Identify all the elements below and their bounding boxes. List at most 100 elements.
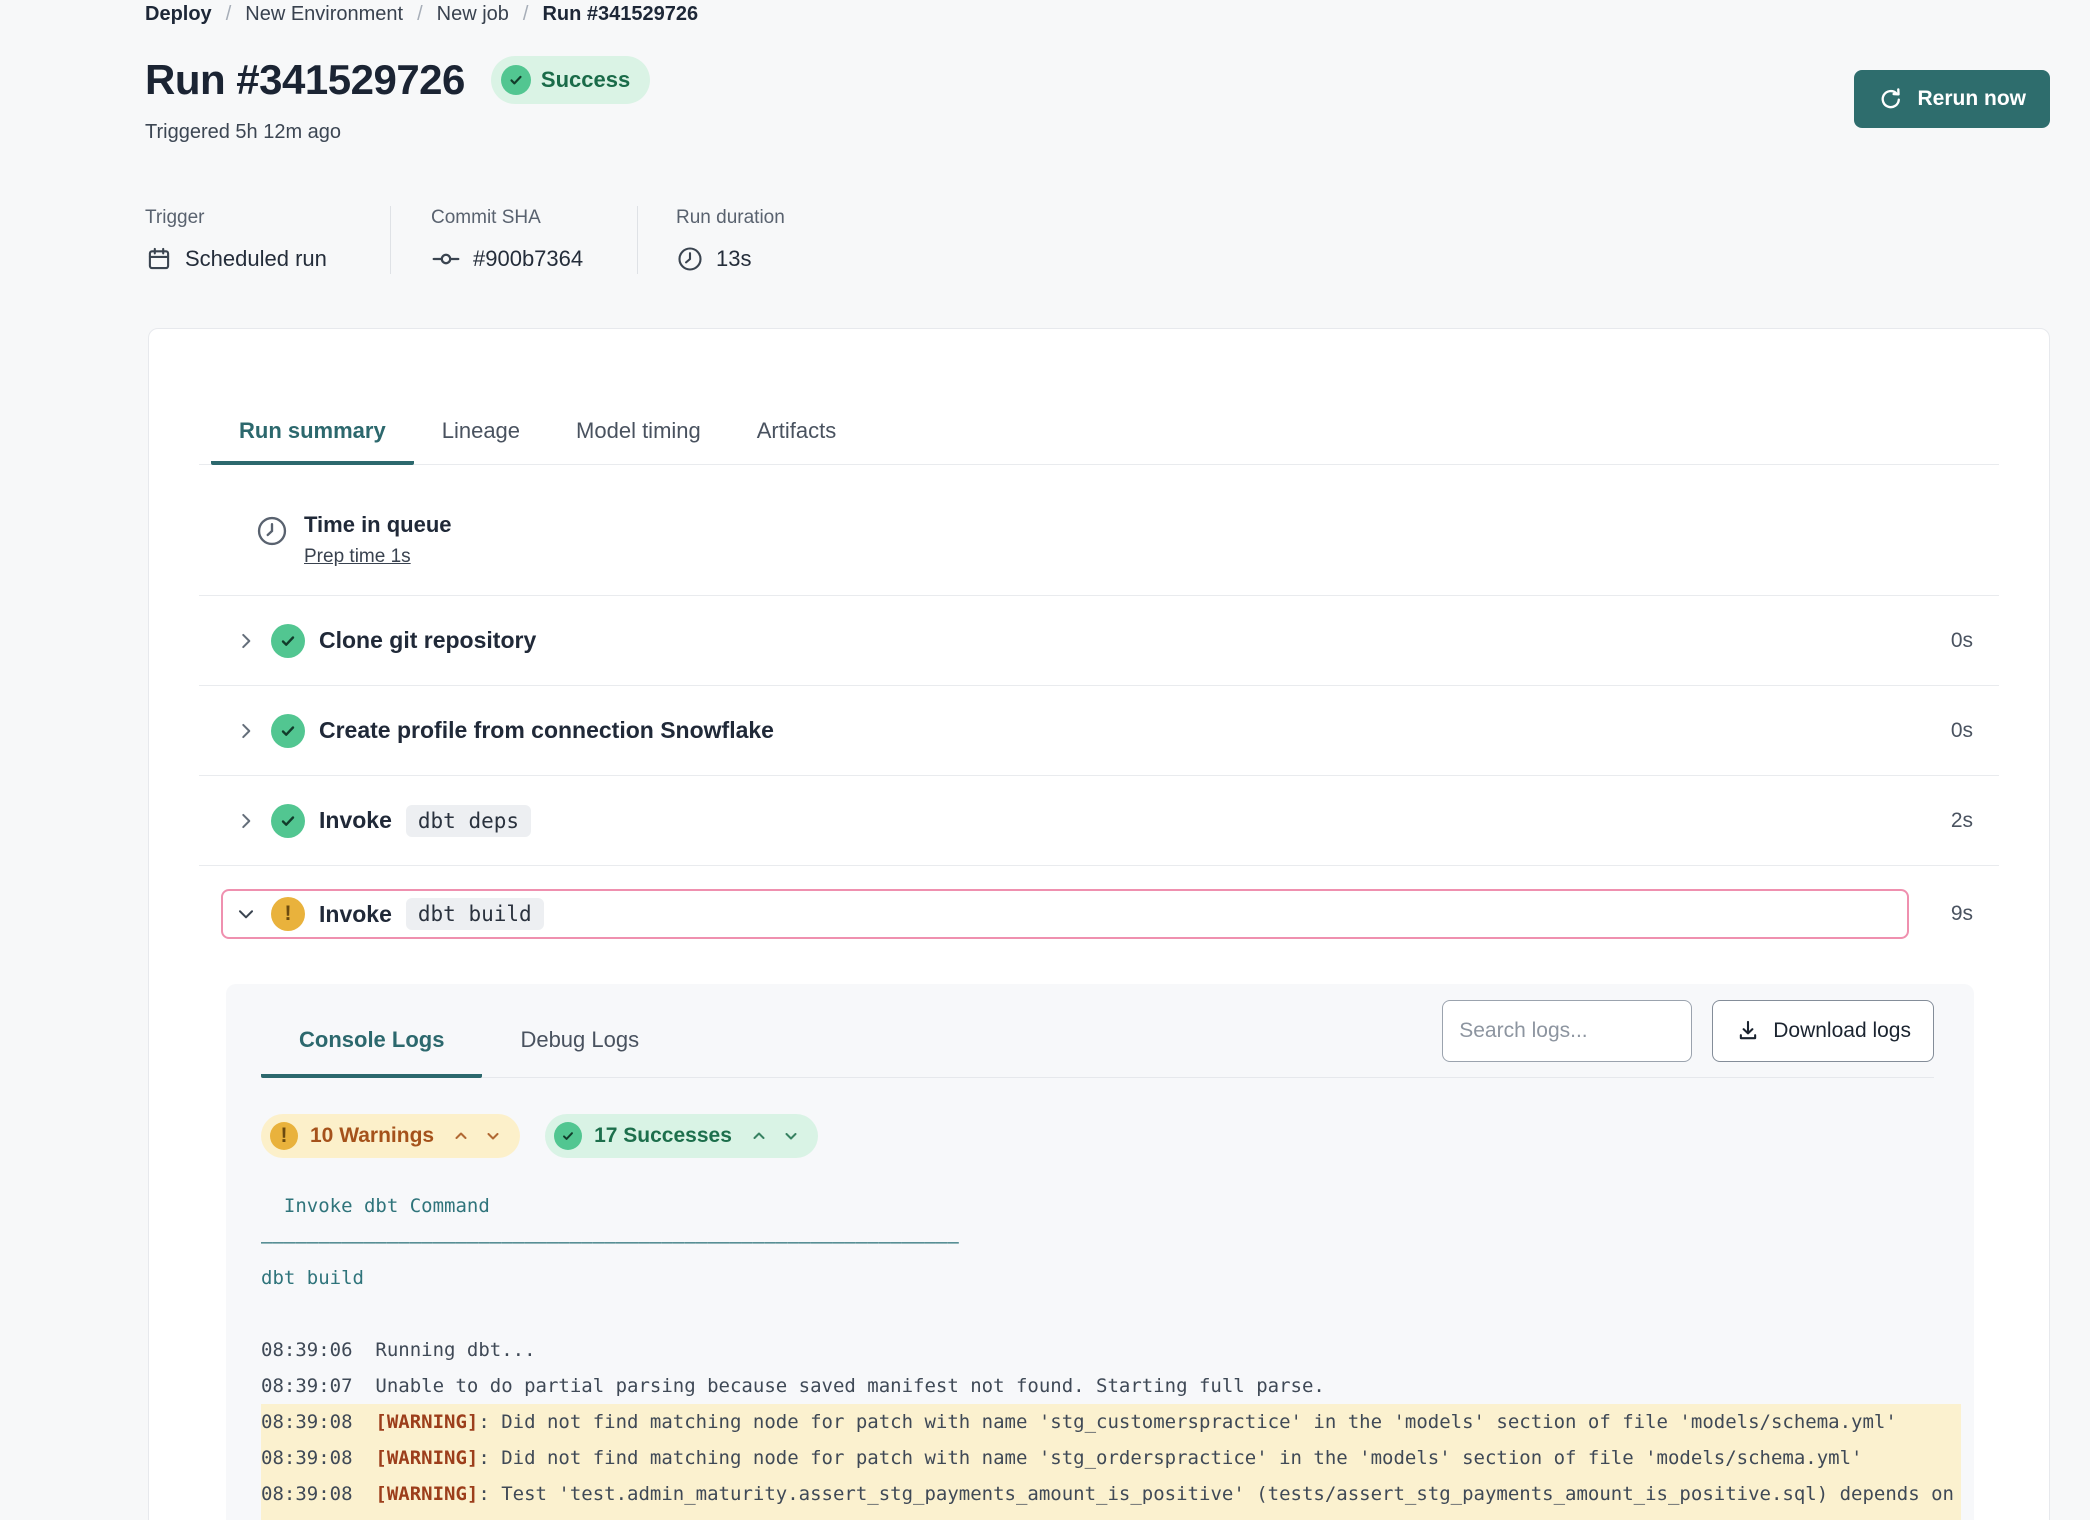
successes-prev-button[interactable]	[750, 1127, 768, 1145]
prep-time-link[interactable]: Prep time 1s	[304, 545, 411, 569]
tab-lineage[interactable]: Lineage	[414, 417, 548, 465]
meta-duration: Run duration 13s	[637, 206, 785, 274]
console-log-output: Invoke dbt Command––––––––––––––––––––––…	[261, 1188, 1961, 1520]
step-row-content: Invoke dbt deps	[221, 796, 1909, 846]
meta-trigger-value: Scheduled run	[185, 244, 327, 274]
tab-console-logs[interactable]: Console Logs	[261, 1026, 482, 1078]
tab-run-summary[interactable]: Run summary	[211, 417, 414, 465]
warning-tag: [WARNING]	[375, 1483, 478, 1505]
chevron-right-icon[interactable]	[235, 810, 257, 832]
command-chip: dbt build	[406, 898, 544, 930]
log-command-line: ––––––––––––––––––––––––––––––––––––––––…	[261, 1224, 1961, 1260]
log-summary-pills: ! 10 Warnings 17 Successes	[261, 1114, 1934, 1158]
console-tabs: Console LogsDebug Logs	[261, 1026, 677, 1077]
successes-pill-label: 17 Successes	[594, 1124, 732, 1148]
search-logs-input[interactable]	[1442, 1000, 1692, 1062]
warnings-next-button[interactable]	[484, 1127, 502, 1145]
log-warning-line: 08:39:08 [WARNING]: Did not find matchin…	[261, 1404, 1961, 1440]
successes-next-button[interactable]	[782, 1127, 800, 1145]
chevron-right-icon[interactable]	[235, 630, 257, 652]
chevron-down-icon[interactable]	[235, 903, 257, 925]
warning-circle-icon: !	[270, 1122, 298, 1150]
calendar-icon	[145, 245, 173, 273]
step-row-invoke-dbt-deps[interactable]: Invoke dbt deps 2s	[199, 776, 1999, 866]
log-warning-line: 08:39:08 [WARNING]: Test 'test.admin_mat…	[261, 1476, 1961, 1520]
status-badge-label: Success	[541, 67, 630, 93]
refresh-icon	[1878, 86, 1904, 112]
run-summary-card: Run summaryLineageModel timingArtifacts …	[148, 328, 2050, 1520]
step-duration: 0s	[1921, 719, 1973, 743]
step-row-create-profile-from-connection-snowflake[interactable]: Create profile from connection Snowflake…	[199, 686, 1999, 776]
log-info-line: 08:39:07 Unable to do partial parsing be…	[261, 1368, 1961, 1404]
meta-commit-value: #900b7364	[473, 244, 583, 274]
step-row-content: ! Invoke dbt build	[221, 889, 1909, 939]
download-icon	[1735, 1018, 1761, 1044]
triggered-text: Triggered 5h 12m ago	[145, 120, 2050, 144]
step-row-invoke-dbt-build[interactable]: ! Invoke dbt build 9s	[199, 866, 1999, 962]
command-chip: dbt deps	[406, 805, 531, 837]
breadcrumb-separator: /	[523, 2, 529, 26]
meta-duration-label: Run duration	[676, 206, 785, 230]
warning-tag: [WARNING]	[375, 1411, 478, 1433]
step-row-content: Clone git repository	[221, 616, 1909, 666]
commit-icon	[431, 244, 461, 274]
successes-pill[interactable]: 17 Successes	[545, 1114, 818, 1158]
meta-commit-label: Commit SHA	[431, 206, 597, 230]
log-warning-line: 08:39:08 [WARNING]: Did not find matchin…	[261, 1440, 1961, 1476]
check-circle-icon	[501, 65, 531, 95]
log-info-line: 08:39:06 Running dbt...	[261, 1332, 1961, 1368]
title-row: Run #341529726 Success Rerun now	[145, 50, 2050, 110]
console-panel: Console LogsDebug Logs Download logs ! 1…	[226, 984, 1974, 1520]
warnings-pill[interactable]: ! 10 Warnings	[261, 1114, 520, 1158]
page-title: Run #341529726	[145, 52, 465, 108]
warnings-prev-button[interactable]	[452, 1127, 470, 1145]
breadcrumb-item-run-341529726: Run #341529726	[542, 2, 698, 26]
log-command-line: dbt build	[261, 1260, 1961, 1296]
console-controls: Download logs	[1442, 1000, 1934, 1062]
log-command-line: Invoke dbt Command	[261, 1188, 1961, 1224]
status-badge: Success	[491, 56, 650, 104]
meta-commit: Commit SHA #900b7364	[390, 206, 637, 274]
tab-artifacts[interactable]: Artifacts	[729, 417, 864, 465]
run-meta: Trigger Scheduled run Commit SHA #900b73…	[145, 206, 2050, 274]
step-label: Invoke	[319, 807, 392, 834]
breadcrumb-item-deploy[interactable]: Deploy	[145, 2, 212, 26]
meta-duration-value: 13s	[716, 244, 751, 274]
check-circle-icon	[271, 624, 305, 658]
step-row-clone-git-repository[interactable]: Clone git repository 0s	[199, 596, 1999, 686]
rerun-now-button[interactable]: Rerun now	[1854, 70, 2051, 128]
step-label: Clone git repository	[319, 627, 536, 654]
step-label: Create profile from connection Snowflake	[319, 717, 774, 744]
check-circle-icon	[271, 804, 305, 838]
check-circle-icon	[554, 1122, 582, 1150]
step-duration: 2s	[1921, 809, 1973, 833]
check-circle-icon	[271, 714, 305, 748]
run-tabs: Run summaryLineageModel timingArtifacts	[199, 417, 1999, 465]
step-list: Clone git repository0sCreate profile fro…	[199, 596, 1999, 962]
chevron-right-icon[interactable]	[235, 720, 257, 742]
warnings-pill-label: 10 Warnings	[310, 1124, 434, 1148]
meta-trigger: Trigger Scheduled run	[145, 206, 390, 274]
breadcrumb-separator: /	[226, 2, 232, 26]
rerun-now-label: Rerun now	[1918, 87, 2027, 111]
run-detail-page: Deploy / New Environment / New job / Run #3415…	[0, 0, 2090, 1520]
tab-model-timing[interactable]: Model timing	[548, 417, 729, 465]
warning-circle-icon: !	[271, 897, 305, 931]
download-logs-button[interactable]: Download logs	[1712, 1000, 1934, 1062]
step-duration: 9s	[1921, 902, 1973, 926]
step-row-content: Create profile from connection Snowflake	[221, 706, 1909, 756]
breadcrumb-item-new-job[interactable]: New job	[437, 2, 509, 26]
step-duration: 0s	[1921, 629, 1973, 653]
breadcrumb-separator: /	[417, 2, 423, 26]
tab-debug-logs[interactable]: Debug Logs	[482, 1026, 677, 1078]
breadcrumb-item-new-environment[interactable]: New Environment	[245, 2, 403, 26]
page-header: Deploy / New Environment / New job / Run #3415…	[0, 0, 2090, 274]
time-in-queue-title: Time in queue	[304, 511, 452, 539]
console-header: Console LogsDebug Logs Download logs	[261, 1000, 1934, 1078]
clock-icon	[676, 245, 704, 273]
warning-tag: [WARNING]	[375, 1447, 478, 1469]
clock-icon	[254, 513, 290, 569]
step-label: Invoke	[319, 901, 392, 928]
log-blank-line	[261, 1296, 1961, 1332]
breadcrumb: Deploy / New Environment / New job / Run #3415…	[145, 2, 2050, 26]
